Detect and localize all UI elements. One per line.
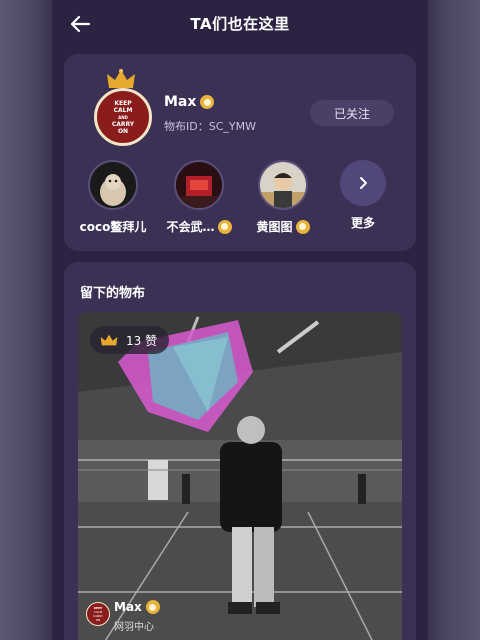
likes-count: 13 赞 <box>126 333 158 348</box>
friend-name: 不会武… <box>166 220 215 234</box>
court-photo-image <box>78 312 402 640</box>
profile-name: Max <box>164 94 197 110</box>
profile-card: KEEP CALM AND CARRY ON Max 物布ID：SC_YMW 已… <box>64 54 416 251</box>
friends-row: coco鳌拜儿 不会武… 黄图图 更多 <box>64 160 416 240</box>
author-name: Max <box>114 600 142 614</box>
more-button[interactable] <box>340 160 386 206</box>
friend-name: 黄图图 <box>256 220 293 234</box>
avatar-text: CALM <box>113 106 133 114</box>
app-screen: TA们也在这里 KEEP CALM AND CARRY ON Max 物布ID：… <box>52 0 428 640</box>
section-title: 留下的物布 <box>80 286 146 301</box>
more-friends[interactable]: 更多 <box>318 160 408 231</box>
friend-name: coco鳌拜儿 <box>79 220 147 234</box>
post-photo[interactable]: 13 赞 KEEP CALM CARRY ON Max 网羽中心 <box>78 312 402 640</box>
friend-item[interactable]: 黄图图 <box>238 160 328 235</box>
likes-badge[interactable]: 13 赞 <box>90 326 170 354</box>
verified-badge-icon <box>295 219 310 234</box>
friend-item[interactable]: 不会武… <box>154 160 244 235</box>
verified-badge-icon <box>200 95 215 109</box>
author-name-row: Max <box>114 600 160 614</box>
avatar-with-crown[interactable]: KEEP CALM AND CARRY ON <box>92 68 152 146</box>
friend-label-row: coco鳌拜儿 <box>68 218 158 235</box>
chevron-right-icon <box>360 177 367 189</box>
friend-avatar <box>174 160 224 210</box>
profile-id: 物布ID：SC_YMW <box>164 120 256 133</box>
right-backdrop <box>428 0 480 640</box>
avatar-text: KEEP <box>114 99 132 107</box>
left-backdrop <box>0 0 52 640</box>
friend-avatar <box>88 160 138 210</box>
post-author[interactable]: KEEP CALM CARRY ON Max 网羽中心 <box>86 598 286 638</box>
top-bar: TA们也在这里 <box>52 0 428 48</box>
author-avatar: KEEP CALM CARRY ON <box>86 602 110 626</box>
avatar-text: AND <box>118 114 128 120</box>
following-button[interactable]: 已关注 <box>310 100 394 126</box>
crown-icon <box>107 69 135 88</box>
friend-label-row: 黄图图 <box>238 218 328 235</box>
profile-name-row: Max <box>164 94 215 110</box>
friend-item[interactable]: coco鳌拜儿 <box>68 160 158 235</box>
avatar-text: CARRY <box>111 120 135 128</box>
avatar-text: ON <box>117 127 129 135</box>
post-location: 网羽中心 <box>114 622 154 633</box>
crown-icon <box>100 334 118 346</box>
friend-avatar <box>258 160 308 210</box>
verified-badge-icon <box>217 219 232 234</box>
page-title: TA们也在这里 <box>190 15 290 33</box>
friend-label-row: 不会武… <box>154 218 244 235</box>
posts-card: 留下的物布 13 赞 KEEP CALM CARRY ON Max 网羽中心 <box>64 262 416 640</box>
more-label: 更多 <box>350 216 375 230</box>
avatar: KEEP CALM AND CARRY ON <box>94 88 152 146</box>
verified-badge-icon <box>145 600 160 614</box>
